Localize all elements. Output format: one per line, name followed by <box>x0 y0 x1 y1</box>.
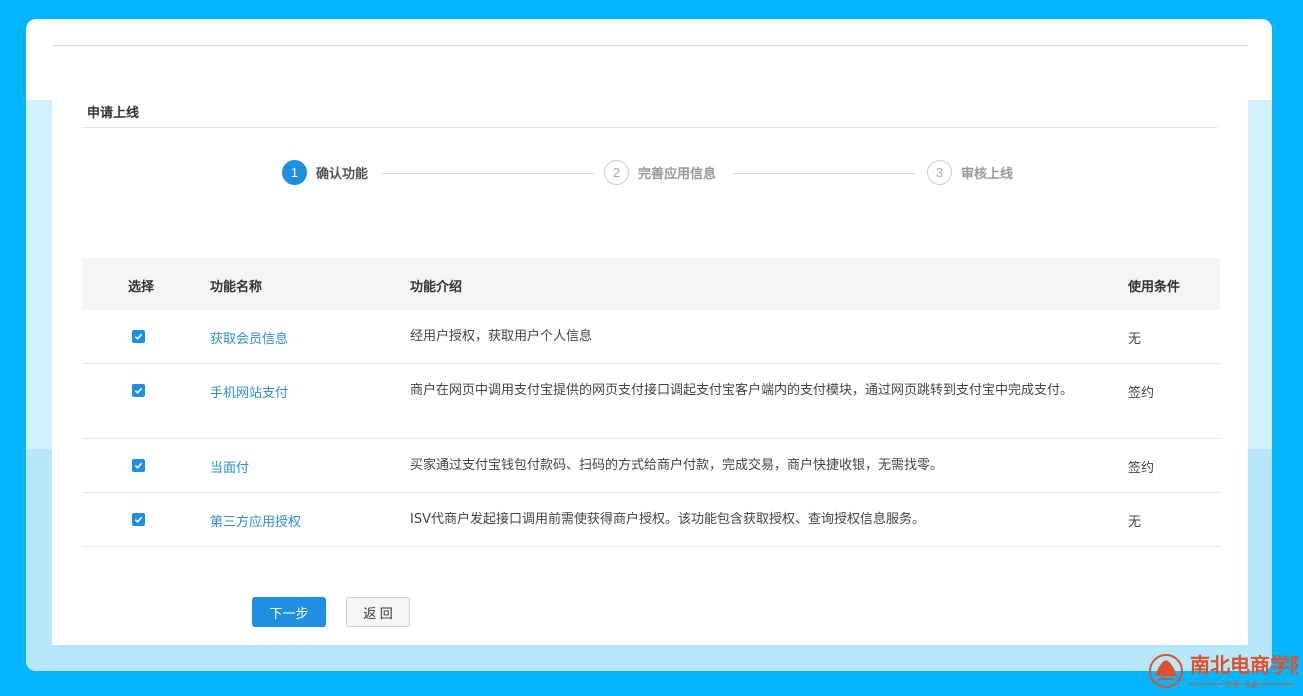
header-desc: 功能介绍 <box>410 280 463 295</box>
checkmark-icon <box>134 516 143 523</box>
step-2-label: 完善应用信息 <box>638 167 717 182</box>
header-cond: 使用条件 <box>1128 280 1181 295</box>
table-row: 获取会员信息 经用户授权，获取用户个人信息 无 <box>82 310 1220 364</box>
function-description: 买家通过支付宝钱包付款码、扫码的方式给商户付款，完成交易，商户快捷收银，无需找零… <box>410 458 944 473</box>
brand-name: 南北电商学院 <box>1190 653 1298 677</box>
step-1-number: 1 <box>282 160 307 185</box>
step-2: 2 完善应用信息 <box>604 160 716 185</box>
back-button[interactable]: 返 回 <box>346 597 410 627</box>
function-description: 经用户授权，获取用户个人信息 <box>410 329 593 344</box>
table-row: 手机网站支付 商户在网页中调用支付宝提供的网页支付接口调起支付宝客户端内的支付模… <box>82 364 1220 439</box>
function-name-link[interactable]: 当面付 <box>210 457 249 476</box>
app-frame: 申请上线 1 确认功能 2 完善应用信息 3 审核上线 选择 功能名称 功能介绍 <box>26 19 1272 671</box>
step-3-number: 3 <box>927 160 952 185</box>
brand-watermark: 南北电商学院 专注 专业 <box>1146 650 1303 692</box>
function-description: ISV代商户发起接口调用前需使获得商户授权。该功能包含获取授权、查询授权信息服务… <box>410 512 925 527</box>
usage-condition: 签约 <box>1128 386 1155 401</box>
checkmark-icon <box>134 462 143 469</box>
step-1-label: 确认功能 <box>316 167 369 182</box>
row-checkbox[interactable] <box>132 330 145 343</box>
checkmark-icon <box>134 333 143 340</box>
header-select: 选择 <box>128 280 155 295</box>
checkmark-icon <box>134 387 143 394</box>
table-header: 选择 功能名称 功能介绍 使用条件 <box>82 258 1220 310</box>
step-1: 1 确认功能 <box>282 160 368 185</box>
function-name-link[interactable]: 手机网站支付 <box>210 382 288 401</box>
function-description: 商户在网页中调用支付宝提供的网页支付接口调起支付宝客户端内的支付模块，通过网页跳… <box>410 383 1074 398</box>
function-name-link[interactable]: 获取会员信息 <box>210 328 288 347</box>
step-3-label: 审核上线 <box>961 167 1014 182</box>
row-checkbox[interactable] <box>132 384 145 397</box>
function-table: 选择 功能名称 功能介绍 使用条件 获取会员信息 经用户授权，获取用户个人信息 … <box>82 258 1220 547</box>
title-divider <box>82 127 1218 128</box>
usage-condition: 无 <box>1128 332 1142 347</box>
row-checkbox[interactable] <box>132 459 145 472</box>
brand-logo-icon: 南北电商学院 专注 专业 <box>1149 653 1303 689</box>
main-card: 申请上线 1 确认功能 2 完善应用信息 3 审核上线 选择 功能名称 功能介绍 <box>52 75 1248 645</box>
header-name: 功能名称 <box>210 280 263 295</box>
step-2-number: 2 <box>604 160 629 185</box>
step-connector-2 <box>733 173 916 174</box>
brand-slogan-left: 专注 <box>1224 680 1238 689</box>
top-divider <box>52 45 1248 46</box>
step-3: 3 审核上线 <box>927 160 1013 185</box>
next-step-button[interactable]: 下一步 <box>252 597 326 627</box>
usage-condition: 签约 <box>1128 461 1155 476</box>
table-row: 当面付 买家通过支付宝钱包付款码、扫码的方式给商户付款，完成交易，商户快捷收银，… <box>82 439 1220 493</box>
step-connector-1 <box>382 173 594 174</box>
page-title: 申请上线 <box>87 106 140 121</box>
function-name-link[interactable]: 第三方应用授权 <box>210 511 301 530</box>
step-progress: 1 确认功能 2 完善应用信息 3 审核上线 <box>52 160 1248 188</box>
table-row: 第三方应用授权 ISV代商户发起接口调用前需使获得商户授权。该功能包含获取授权、… <box>82 493 1220 547</box>
row-checkbox[interactable] <box>132 513 145 526</box>
usage-condition: 无 <box>1128 515 1142 530</box>
brand-slogan-right: 专业 <box>1244 680 1258 689</box>
